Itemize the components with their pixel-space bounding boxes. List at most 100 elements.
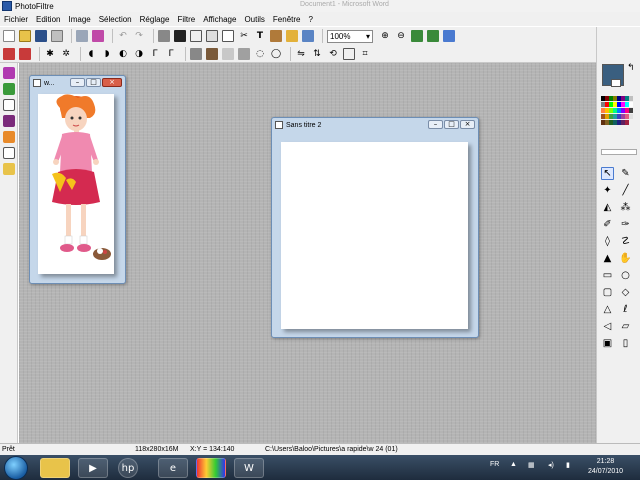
line-icon[interactable]: ╱ [619, 184, 632, 197]
background-color-swatch[interactable] [611, 79, 621, 87]
photofiltre-taskbar-icon[interactable] [196, 458, 226, 478]
pointer-icon[interactable]: ↖ [601, 167, 614, 180]
advanced-brush-icon[interactable]: ✑ [619, 218, 632, 231]
open-folder-icon[interactable] [19, 30, 31, 42]
flip-vertical-icon[interactable]: ⇅ [311, 48, 323, 60]
screen-icon[interactable] [302, 30, 314, 42]
globe-icon[interactable] [3, 83, 15, 95]
new-file-icon[interactable] [3, 30, 15, 42]
open-shape-icon[interactable]: ▱ [619, 320, 632, 333]
auto-contrast-icon[interactable] [19, 47, 31, 60]
mode-icon[interactable]: ▣ [601, 337, 614, 350]
paste-icon[interactable] [206, 30, 218, 42]
fullscreen-icon[interactable] [443, 30, 455, 42]
menu-image[interactable]: Image [68, 15, 90, 24]
redo-icon[interactable]: ↷ [133, 30, 145, 42]
menu-selection[interactable]: Sélection [99, 15, 132, 24]
smudge-icon[interactable]: ☡ [619, 235, 632, 248]
menu-fenetre[interactable]: Fenêtre [273, 15, 301, 24]
close-button[interactable]: × [102, 78, 122, 87]
zoom-out-icon[interactable]: ⊖ [395, 30, 407, 42]
maximize-button[interactable]: □ [444, 120, 459, 129]
scanner-icon[interactable] [51, 30, 63, 42]
frame-icon[interactable] [343, 47, 355, 60]
image-window-w[interactable]: w... – □ × [29, 75, 126, 284]
brightness-down-icon[interactable]: ✱ [44, 48, 56, 60]
spray-icon[interactable]: ⁂ [619, 201, 632, 214]
contrast-down-icon[interactable]: ◖ [85, 48, 97, 60]
zoom-select[interactable]: 100% ▾ [327, 29, 373, 43]
mode-alt-icon[interactable]: ▯ [619, 337, 632, 350]
minimize-button[interactable]: – [70, 78, 85, 87]
tray-arrow-icon[interactable]: ▲ [510, 461, 517, 468]
ellipse-select-icon[interactable]: ○ [619, 269, 632, 282]
hand-icon[interactable]: ✋ [619, 252, 632, 265]
color-palette[interactable] [601, 96, 637, 125]
folder-icon[interactable] [3, 163, 15, 175]
rotate-icon[interactable]: ⟲ [327, 48, 339, 60]
contrast-up-icon[interactable]: ◗ [101, 48, 113, 60]
gamma-down-icon[interactable]: Γ [149, 48, 161, 60]
maximize-button[interactable]: □ [86, 78, 101, 87]
explorer-taskbar-icon[interactable] [40, 458, 70, 478]
print-icon[interactable] [76, 30, 88, 42]
text-icon[interactable]: T [254, 30, 266, 42]
grayscale-icon[interactable] [190, 47, 202, 60]
eyedropper-icon[interactable]: ✎ [619, 167, 632, 180]
copy-icon[interactable] [190, 30, 202, 42]
image-canvas[interactable] [38, 94, 114, 274]
zoom-in-icon[interactable]: ⊕ [379, 30, 391, 42]
polygon-icon[interactable]: ◁ [601, 320, 614, 333]
actual-size-icon[interactable] [411, 30, 423, 42]
close-button[interactable]: × [460, 120, 475, 129]
scissors-icon[interactable]: ✂ [238, 30, 250, 42]
power-icon[interactable]: ▮ [566, 461, 570, 469]
select-magenta-icon[interactable] [3, 67, 15, 79]
gray-square-icon[interactable] [158, 30, 170, 42]
brush-icon[interactable]: ✐ [601, 218, 614, 231]
menu-outils[interactable]: Outils [244, 15, 264, 24]
black-square-icon[interactable] [174, 30, 186, 42]
brightness-up-icon[interactable]: ✲ [60, 48, 72, 60]
blur-icon[interactable] [222, 47, 234, 60]
menu-filtre[interactable]: Filtre [177, 15, 195, 24]
duplicate-icon[interactable] [222, 30, 234, 42]
sepia-icon[interactable] [206, 47, 218, 60]
triangle-icon[interactable]: △ [601, 303, 614, 316]
module-icon[interactable] [286, 30, 298, 42]
word-taskbar-icon[interactable]: W [234, 458, 264, 478]
swap-colors-icon[interactable]: ↰ [627, 63, 635, 73]
system-clock[interactable]: 21:28 24/07/2010 [588, 457, 623, 477]
gradient-icon[interactable] [3, 115, 15, 127]
language-indicator[interactable]: FR [490, 461, 499, 468]
flip-horizontal-icon[interactable]: ⇋ [295, 48, 307, 60]
save-icon[interactable] [35, 30, 47, 42]
hp-taskbar-icon[interactable]: hp [118, 458, 138, 478]
fit-window-icon[interactable] [427, 30, 439, 42]
crop-icon[interactable]: ⌗ [359, 48, 371, 60]
menu-fichier[interactable]: Fichier [4, 15, 28, 24]
document-icon[interactable] [3, 99, 15, 111]
saturation-up-icon[interactable]: ◑ [133, 48, 145, 60]
menu-affichage[interactable]: Affichage [203, 15, 236, 24]
menu-reglage[interactable]: Réglage [140, 15, 170, 24]
start-button[interactable] [4, 456, 28, 480]
fill-bucket-icon[interactable]: ◭ [601, 201, 614, 214]
blank-canvas[interactable] [281, 142, 468, 329]
undo-icon[interactable]: ↶ [117, 30, 129, 42]
palette-scroll[interactable] [601, 149, 637, 155]
minimize-button[interactable]: – [428, 120, 443, 129]
sharpen-icon[interactable] [238, 47, 250, 60]
image-window-sans-titre-2[interactable]: Sans titre 2 – □ × [271, 117, 479, 338]
lasso-icon[interactable]: ℓ [619, 303, 632, 316]
layers-icon[interactable] [3, 147, 15, 159]
image-browser-icon[interactable] [270, 30, 282, 42]
drop-icon[interactable]: ◯ [270, 48, 282, 60]
menu-help[interactable]: ? [308, 15, 312, 24]
rectangle-select-icon[interactable]: ▭ [601, 269, 614, 282]
network-icon[interactable]: ▦ [528, 461, 535, 469]
magic-wand-icon[interactable]: ✦ [601, 184, 614, 197]
ie-taskbar-icon[interactable]: e [158, 458, 188, 478]
gradient-orange-icon[interactable] [3, 131, 15, 143]
gamma-up-icon[interactable]: Γ [165, 48, 177, 60]
